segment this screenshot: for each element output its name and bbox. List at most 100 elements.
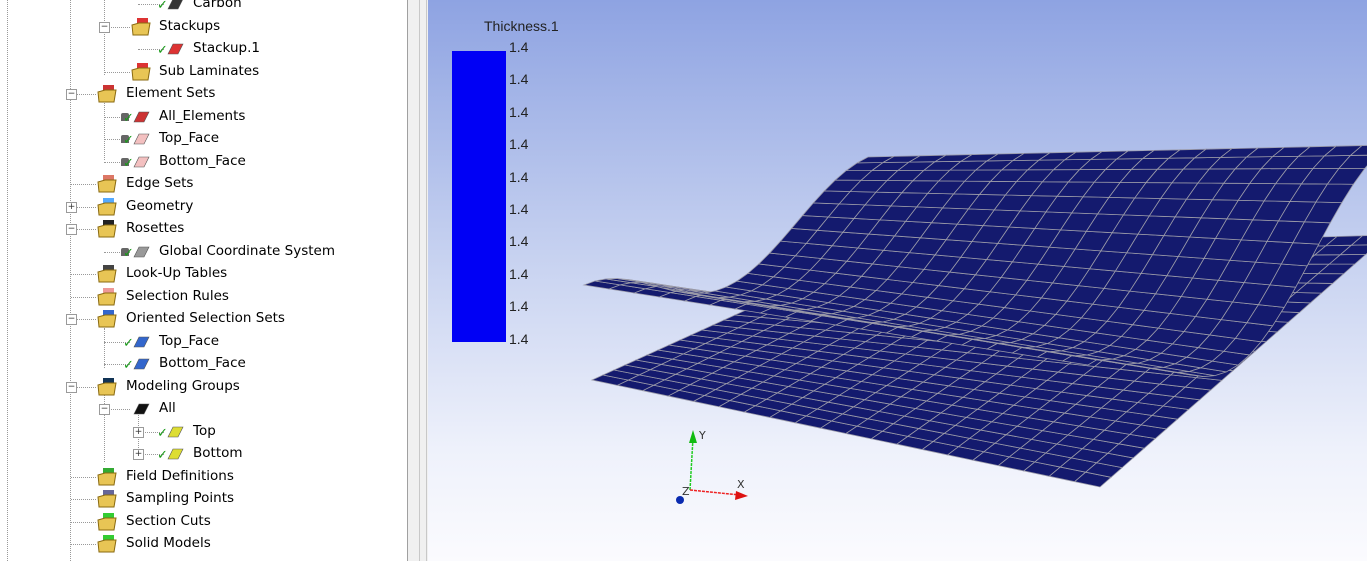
lookup-tables-folder-icon bbox=[97, 265, 117, 283]
sub-laminates-folder-icon bbox=[131, 62, 151, 80]
oriented-selection-set-icon bbox=[131, 355, 150, 371]
tree-item[interactable]: + ✓ Top bbox=[0, 421, 407, 443]
tree-item[interactable]: ✓ Top_Face bbox=[0, 331, 407, 353]
tree-item-label: Top_Face bbox=[159, 332, 220, 349]
section-cuts-folder-icon bbox=[97, 512, 117, 530]
tree-item[interactable]: Field Definitions bbox=[0, 466, 407, 488]
ply-icon bbox=[165, 445, 184, 461]
stackups-folder-icon bbox=[131, 17, 151, 35]
tree-connector bbox=[71, 544, 96, 545]
element-sets-folder-icon bbox=[97, 85, 117, 103]
tree-item-label: Edge Sets bbox=[126, 175, 194, 191]
tree-item[interactable]: Sub Laminates bbox=[0, 61, 407, 83]
tree-item[interactable]: Edge Sets bbox=[0, 173, 407, 195]
tree-item[interactable]: ✓ Bottom_Face bbox=[0, 353, 407, 375]
collapse-icon[interactable]: − bbox=[99, 21, 110, 33]
collapse-icon[interactable]: − bbox=[66, 314, 77, 325]
tree-item-label: Rosettes bbox=[126, 220, 185, 236]
tree-item-label: Global Coordinate System bbox=[159, 242, 335, 259]
tree-connector bbox=[71, 521, 96, 523]
triad-z-label: Z bbox=[682, 485, 690, 498]
expand-icon[interactable]: + bbox=[66, 201, 77, 213]
collapse-icon[interactable]: − bbox=[66, 89, 77, 100]
tree-item-label: Bottom_Face bbox=[159, 355, 246, 371]
tree-item[interactable]: ✓ Stackup.1 bbox=[0, 38, 407, 60]
tree-item-label: Field Definitions bbox=[126, 467, 234, 484]
tree-item-label: Element Sets bbox=[126, 85, 216, 101]
tree-item[interactable]: − Oriented Selection Sets bbox=[0, 308, 407, 330]
oriented-selection-set-icon bbox=[131, 333, 150, 349]
rosettes-folder-icon bbox=[97, 220, 117, 238]
sampling-points-folder-icon bbox=[97, 490, 117, 508]
tree-item-label: Sampling Points bbox=[126, 490, 235, 506]
tree-item[interactable]: Solid Models bbox=[0, 533, 407, 555]
expand-icon[interactable]: + bbox=[133, 426, 144, 438]
ply-icon bbox=[165, 423, 184, 439]
tree-item-label: All bbox=[159, 400, 176, 416]
fabric-icon bbox=[165, 0, 183, 11]
tree-item[interactable]: ✓ All_Elements bbox=[0, 106, 407, 128]
field-definitions-folder-icon bbox=[97, 467, 117, 485]
collapse-icon[interactable]: − bbox=[99, 404, 110, 415]
triad-y-axis bbox=[689, 437, 694, 491]
tree-item[interactable]: Selection Rules bbox=[0, 286, 407, 308]
collapse-icon[interactable]: − bbox=[66, 224, 77, 235]
tree-item-label: Stackups bbox=[159, 17, 221, 34]
triad-x-axis bbox=[689, 489, 741, 496]
tree-connector bbox=[71, 476, 96, 478]
tree-item[interactable]: − Rosettes bbox=[0, 218, 407, 240]
tree-item-label: Section Cuts bbox=[126, 512, 211, 529]
axis-triad: Y X Z bbox=[676, 429, 748, 504]
tree-item-label: Sub Laminates bbox=[159, 62, 260, 79]
tree-item-label: Stackup.1 bbox=[193, 40, 260, 56]
element-set-icon bbox=[131, 153, 150, 169]
tree-item[interactable]: ✓ Top_Face bbox=[0, 128, 407, 150]
modeling-group-icon bbox=[131, 400, 150, 416]
tree-connector bbox=[71, 184, 96, 185]
modeling-groups-folder-icon bbox=[97, 377, 117, 395]
tree-item[interactable]: + ✓ Bottom bbox=[0, 443, 407, 465]
panel-splitter[interactable] bbox=[407, 0, 428, 561]
tree-item[interactable]: ✓ Global Coordinate System bbox=[0, 241, 407, 263]
model-tree: ✓ Carbon − Stackups ✓ Stackup.1 Sub Laminates −… bbox=[0, 0, 407, 561]
tree-item-label: Bottom bbox=[193, 445, 243, 461]
tree-item[interactable]: − Stackups bbox=[0, 16, 407, 38]
oriented-selection-sets-folder-icon bbox=[97, 310, 117, 328]
geometry-folder-icon bbox=[97, 197, 117, 215]
triad-y-label: Y bbox=[698, 429, 706, 442]
tree-item-label: Geometry bbox=[126, 197, 194, 214]
selection-rules-folder-icon bbox=[97, 287, 117, 305]
tree-item[interactable]: ✓ Bottom_Face bbox=[0, 151, 407, 173]
tree-item-label: Solid Models bbox=[126, 535, 211, 551]
tree-item-label: Top bbox=[193, 422, 216, 439]
tree-item[interactable]: ✓ Carbon bbox=[0, 0, 407, 15]
expand-icon[interactable]: + bbox=[133, 449, 144, 460]
tree-connector bbox=[71, 274, 96, 275]
stackup-icon bbox=[165, 40, 184, 56]
tree-item[interactable]: + Geometry bbox=[0, 196, 407, 218]
tree-item-label: Carbon bbox=[193, 0, 242, 11]
tree-connector bbox=[104, 71, 130, 73]
tree-item[interactable]: Sampling Points bbox=[0, 488, 407, 510]
collapse-icon[interactable]: − bbox=[66, 381, 77, 393]
triad-x-arrow bbox=[735, 491, 748, 500]
tree-item[interactable]: − Modeling Groups bbox=[0, 376, 407, 398]
solid-models-folder-icon bbox=[97, 535, 117, 553]
tree-item-label: Oriented Selection Sets bbox=[126, 310, 285, 326]
tree-item[interactable]: − All bbox=[0, 398, 407, 420]
tree-item-label: Modeling Groups bbox=[126, 377, 240, 394]
tree-item[interactable]: Section Cuts bbox=[0, 511, 407, 533]
tree-item[interactable]: Look-Up Tables bbox=[0, 263, 407, 285]
tree-item-label: Selection Rules bbox=[126, 287, 229, 304]
tree-item-label: Bottom_Face bbox=[159, 152, 246, 169]
tree-item-label: Look-Up Tables bbox=[126, 265, 228, 281]
triad-y-arrow bbox=[689, 430, 697, 443]
tree-connector bbox=[71, 499, 96, 500]
element-set-icon bbox=[131, 130, 150, 146]
3d-viewport[interactable]: Thickness.1 1.4 1.4 1.4 1.4 1.4 1.4 1.4 1.4 1.4 1… bbox=[428, 0, 1367, 561]
element-set-icon bbox=[131, 108, 150, 124]
edge-sets-folder-icon bbox=[97, 175, 117, 193]
tree-item[interactable]: − Element Sets bbox=[0, 83, 407, 105]
coordinate-system-icon bbox=[131, 243, 150, 259]
tree-item-label: All_Elements bbox=[159, 107, 246, 124]
